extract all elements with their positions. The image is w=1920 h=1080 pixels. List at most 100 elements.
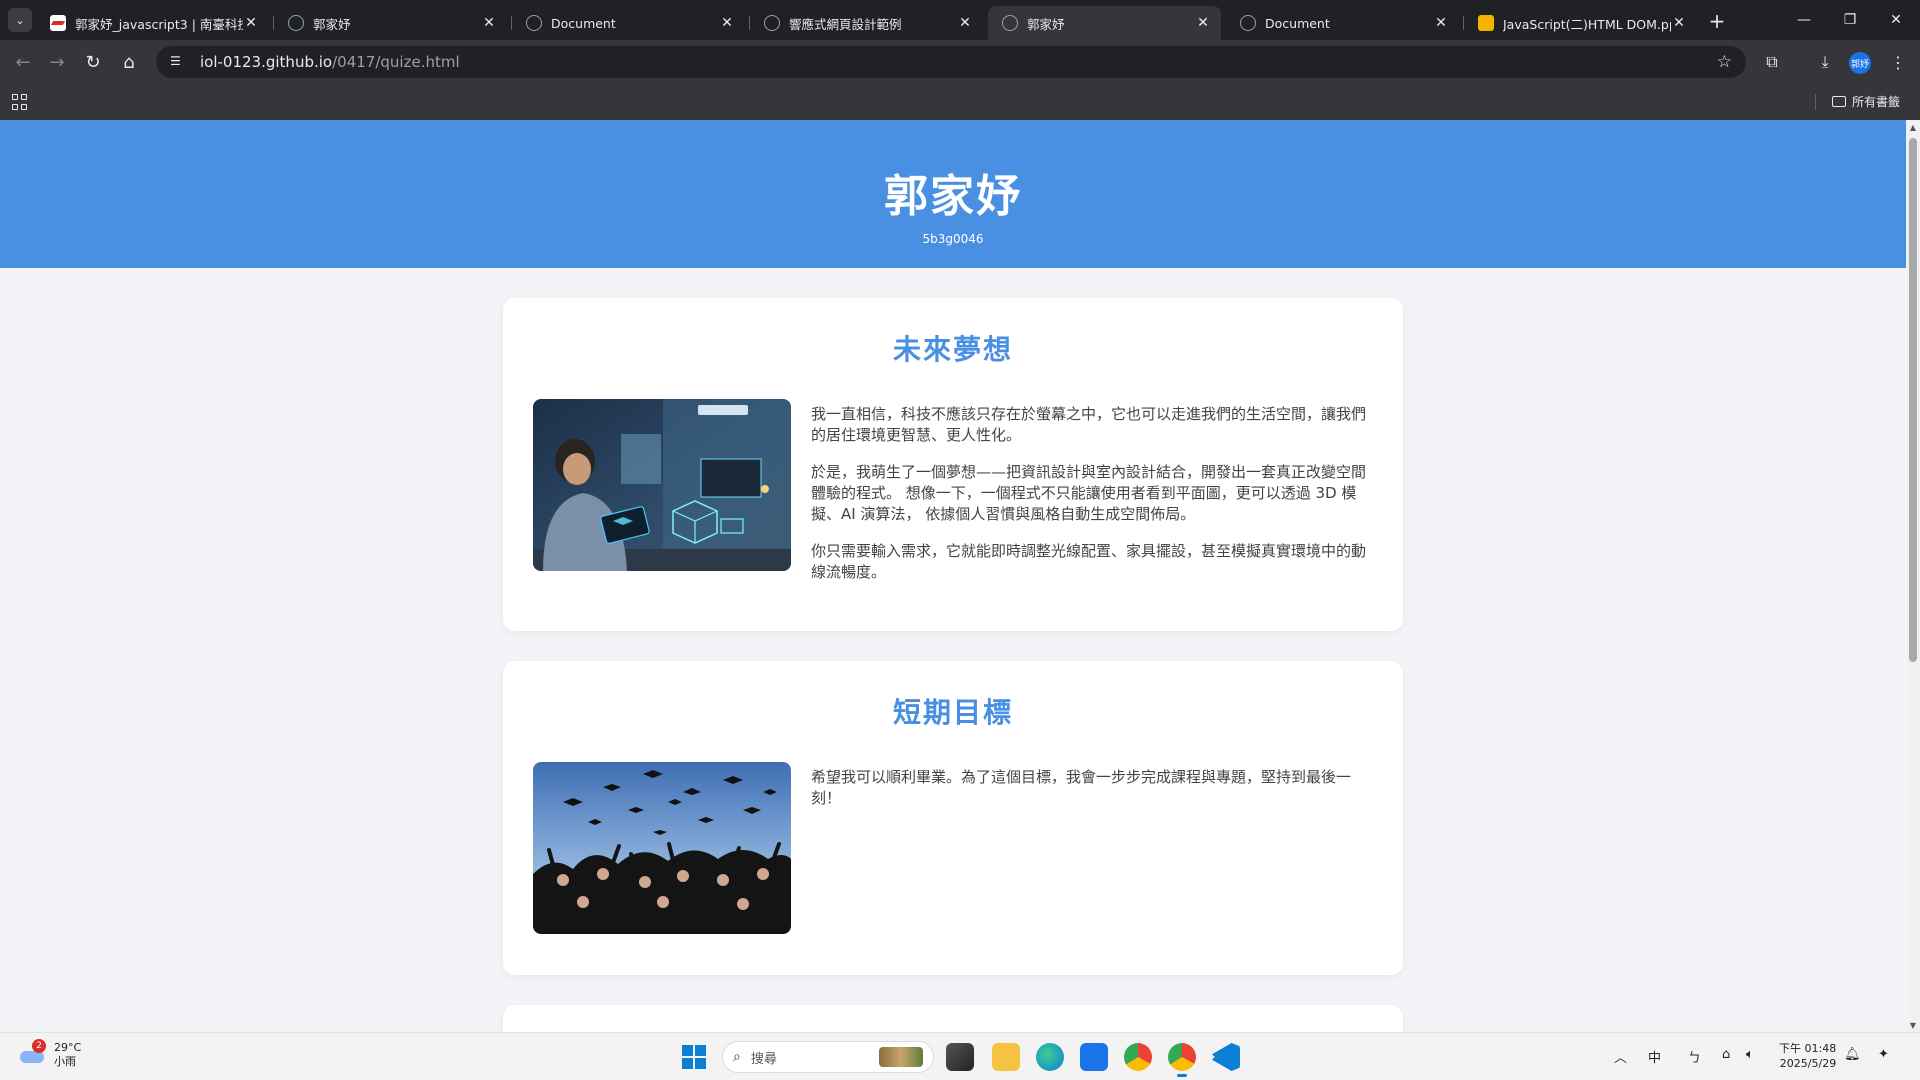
weather-widget[interactable]: 2 29°C 小雨 bbox=[18, 1039, 82, 1069]
tab-title: JavaScript(二)HTML DOM.ppt bbox=[1503, 16, 1671, 32]
scroll-down-arrow-icon[interactable]: ▼ bbox=[1906, 1018, 1920, 1032]
page-title: 郭家妤 bbox=[884, 171, 1022, 222]
site-info-icon[interactable]: ☰ bbox=[170, 54, 186, 70]
all-bookmarks-button[interactable]: 所有書籤 bbox=[1832, 93, 1900, 110]
url-text: iol-0123.github.io/0417/quize.html bbox=[200, 53, 460, 71]
forward-button[interactable]: → bbox=[42, 48, 72, 76]
room-tablet-image bbox=[533, 399, 791, 571]
close-icon[interactable]: ✕ bbox=[1671, 15, 1687, 31]
minimize-button[interactable]: — bbox=[1781, 6, 1827, 34]
close-icon[interactable]: ✕ bbox=[957, 15, 973, 31]
page-viewport: 郭家妤 5b3g0046 未來夢想 我一直相信，科技不應該只存在於螢幕之中，它也… bbox=[0, 120, 1920, 1032]
home-button[interactable]: ⌂ bbox=[114, 48, 144, 76]
tab-search-button[interactable]: ⌄ bbox=[8, 8, 32, 32]
page-header: 郭家妤 5b3g0046 bbox=[0, 120, 1906, 268]
notification-badge: 2 bbox=[32, 1039, 46, 1053]
restore-button[interactable]: ❐ bbox=[1827, 6, 1873, 34]
edge-icon[interactable] bbox=[1036, 1043, 1064, 1071]
browser-toolbar: ← → ↻ ⌂ ☰ iol-0123.github.io/0417/quize.… bbox=[0, 40, 1920, 84]
weather-desc: 小雨 bbox=[54, 1055, 76, 1068]
tray-chevron-icon[interactable]: ︿ bbox=[1614, 1047, 1627, 1066]
paragraph: 你只需要輸入需求，它就能即時調整光線配置、家具擺設，甚至模擬真實環境中的動線流暢… bbox=[811, 542, 1367, 581]
scroll-up-arrow-icon[interactable]: ▲ bbox=[1906, 120, 1920, 134]
globe-icon bbox=[1240, 15, 1256, 31]
globe-icon bbox=[526, 15, 542, 31]
folder-icon bbox=[1832, 96, 1846, 107]
tab-6[interactable]: Document ✕ bbox=[1226, 6, 1459, 40]
store-icon[interactable] bbox=[1080, 1043, 1108, 1071]
globe-icon bbox=[288, 15, 304, 31]
close-icon[interactable]: ✕ bbox=[1195, 15, 1211, 31]
all-bookmarks-label: 所有書籤 bbox=[1852, 95, 1901, 109]
graduation-image bbox=[533, 762, 791, 934]
tab-5-active[interactable]: 郭家妤 ✕ bbox=[988, 6, 1221, 40]
bookmarks-bar: 所有書籤 bbox=[0, 84, 1920, 120]
system-clock[interactable]: 下午 01:48 2025/5/29 bbox=[1779, 1041, 1836, 1071]
close-icon[interactable]: ✕ bbox=[481, 15, 497, 31]
section-card-goal: 短期目標 希望我可以順利畢業。為了這個目標，我會一步步完成課程與專題，堅持到最後… bbox=[503, 661, 1403, 975]
volume-icon[interactable]: 🔈︎ bbox=[1746, 1047, 1754, 1062]
scrollbar-thumb[interactable] bbox=[1909, 138, 1917, 662]
bookmark-star-icon[interactable]: ☆ bbox=[1717, 52, 1732, 72]
section-text: 希望我可以順利畢業。為了這個目標，我會一步步完成課程與專題，堅持到最後一刻！ bbox=[811, 767, 1376, 825]
download-icon[interactable]: ⤓ bbox=[1813, 50, 1837, 74]
paragraph: 於是，我萌生了一個夢想——把資訊設計與室內設計結合，開發出一套真正改變空間體驗的… bbox=[811, 463, 1367, 523]
chrome-profile-icon[interactable] bbox=[1168, 1043, 1196, 1077]
slides-icon bbox=[1478, 15, 1494, 31]
windows-taskbar: 2 29°C 小雨 ⌕ 搜尋 ︿ 中 ㄅ ⌂ 🔈︎ 下午 01:48 2025/… bbox=[0, 1032, 1920, 1080]
search-icon: ⌕ bbox=[733, 1049, 741, 1065]
close-icon[interactable]: ✕ bbox=[719, 15, 735, 31]
bell-icon[interactable]: 🔔︎ bbox=[1844, 1047, 1861, 1062]
clock-date: 2025/5/29 bbox=[1779, 1057, 1837, 1070]
weather-temp: 29°C bbox=[54, 1041, 82, 1054]
taskbar-search[interactable]: ⌕ 搜尋 bbox=[722, 1041, 934, 1073]
section-card-dream: 未來夢想 我一直相信，科技不應該只存在於螢幕之中，它也可以走進我們的生活空間，讓… bbox=[503, 298, 1403, 631]
search-placeholder: 搜尋 bbox=[750, 1051, 777, 1067]
new-tab-button[interactable]: + bbox=[1704, 8, 1730, 34]
vertical-scrollbar[interactable]: ▲ ▼ bbox=[1906, 120, 1920, 1032]
tab-7[interactable]: JavaScript(二)HTML DOM.ppt ✕ bbox=[1464, 6, 1697, 40]
rain-cloud-icon: 2 bbox=[18, 1039, 46, 1065]
tab-title: 郭家妤 bbox=[1027, 16, 1065, 32]
reload-button[interactable]: ↻ bbox=[78, 48, 108, 76]
apps-grid-icon[interactable] bbox=[12, 94, 28, 110]
tab-title: 郭家妤 bbox=[313, 16, 351, 32]
close-window-button[interactable]: ✕ bbox=[1873, 6, 1919, 34]
profile-avatar[interactable]: 郭妤 bbox=[1849, 52, 1871, 74]
school-logo-icon bbox=[50, 15, 66, 31]
menu-kebab-icon[interactable]: ⋮ bbox=[1886, 50, 1910, 74]
back-button[interactable]: ← bbox=[8, 48, 38, 76]
paragraph: 我一直相信，科技不應該只存在於螢幕之中，它也可以走進我們的生活空間，讓我們的居住… bbox=[811, 405, 1367, 444]
student-id: 5b3g0046 bbox=[922, 232, 984, 246]
task-view-icon[interactable] bbox=[946, 1043, 974, 1071]
vscode-icon[interactable] bbox=[1212, 1043, 1240, 1071]
close-icon[interactable]: ✕ bbox=[1433, 15, 1449, 31]
file-explorer-icon[interactable] bbox=[992, 1043, 1020, 1071]
tab-title: Document bbox=[551, 15, 616, 31]
tab-title: 郭家妤_javascript3 | 南臺科技大 bbox=[75, 16, 243, 32]
network-icon[interactable]: ⌂ bbox=[1722, 1047, 1730, 1062]
tab-title: 響應式網頁設計範例 bbox=[789, 16, 902, 32]
tab-2[interactable]: 郭家妤 ✕ bbox=[274, 6, 507, 40]
paragraph: 希望我可以順利畢業。為了這個目標，我會一步步完成課程與專題，堅持到最後一刻！ bbox=[811, 768, 1352, 807]
clock-time: 下午 01:48 bbox=[1779, 1042, 1837, 1055]
tab-3[interactable]: Document ✕ bbox=[512, 6, 745, 40]
ime-mode-indicator[interactable]: ㄅ bbox=[1688, 1047, 1701, 1066]
extensions-icon[interactable]: ⧉ bbox=[1760, 50, 1784, 74]
section-heading: 短期目標 bbox=[892, 696, 1013, 729]
globe-icon bbox=[1002, 15, 1018, 31]
address-bar[interactable]: ☰ iol-0123.github.io/0417/quize.html ☆ bbox=[156, 46, 1746, 78]
section-card-next bbox=[503, 1005, 1403, 1032]
section-heading: 未來夢想 bbox=[892, 333, 1013, 366]
tab-1[interactable]: 郭家妤_javascript3 | 南臺科技大 ✕ bbox=[36, 6, 269, 40]
close-icon[interactable]: ✕ bbox=[243, 15, 259, 31]
tab-strip: ⌄ 郭家妤_javascript3 | 南臺科技大 ✕ 郭家妤 ✕ Docume… bbox=[0, 0, 1920, 42]
tab-title: Document bbox=[1265, 15, 1330, 31]
globe-icon bbox=[764, 15, 780, 31]
copilot-icon[interactable]: ✦ bbox=[1878, 1047, 1889, 1062]
tab-4[interactable]: 響應式網頁設計範例 ✕ bbox=[750, 6, 983, 40]
ime-indicator[interactable]: 中 bbox=[1648, 1047, 1661, 1066]
chrome-icon[interactable] bbox=[1124, 1043, 1152, 1071]
section-text: 我一直相信，科技不應該只存在於螢幕之中，它也可以走進我們的生活空間，讓我們的居住… bbox=[811, 404, 1376, 599]
start-button[interactable] bbox=[682, 1045, 706, 1069]
